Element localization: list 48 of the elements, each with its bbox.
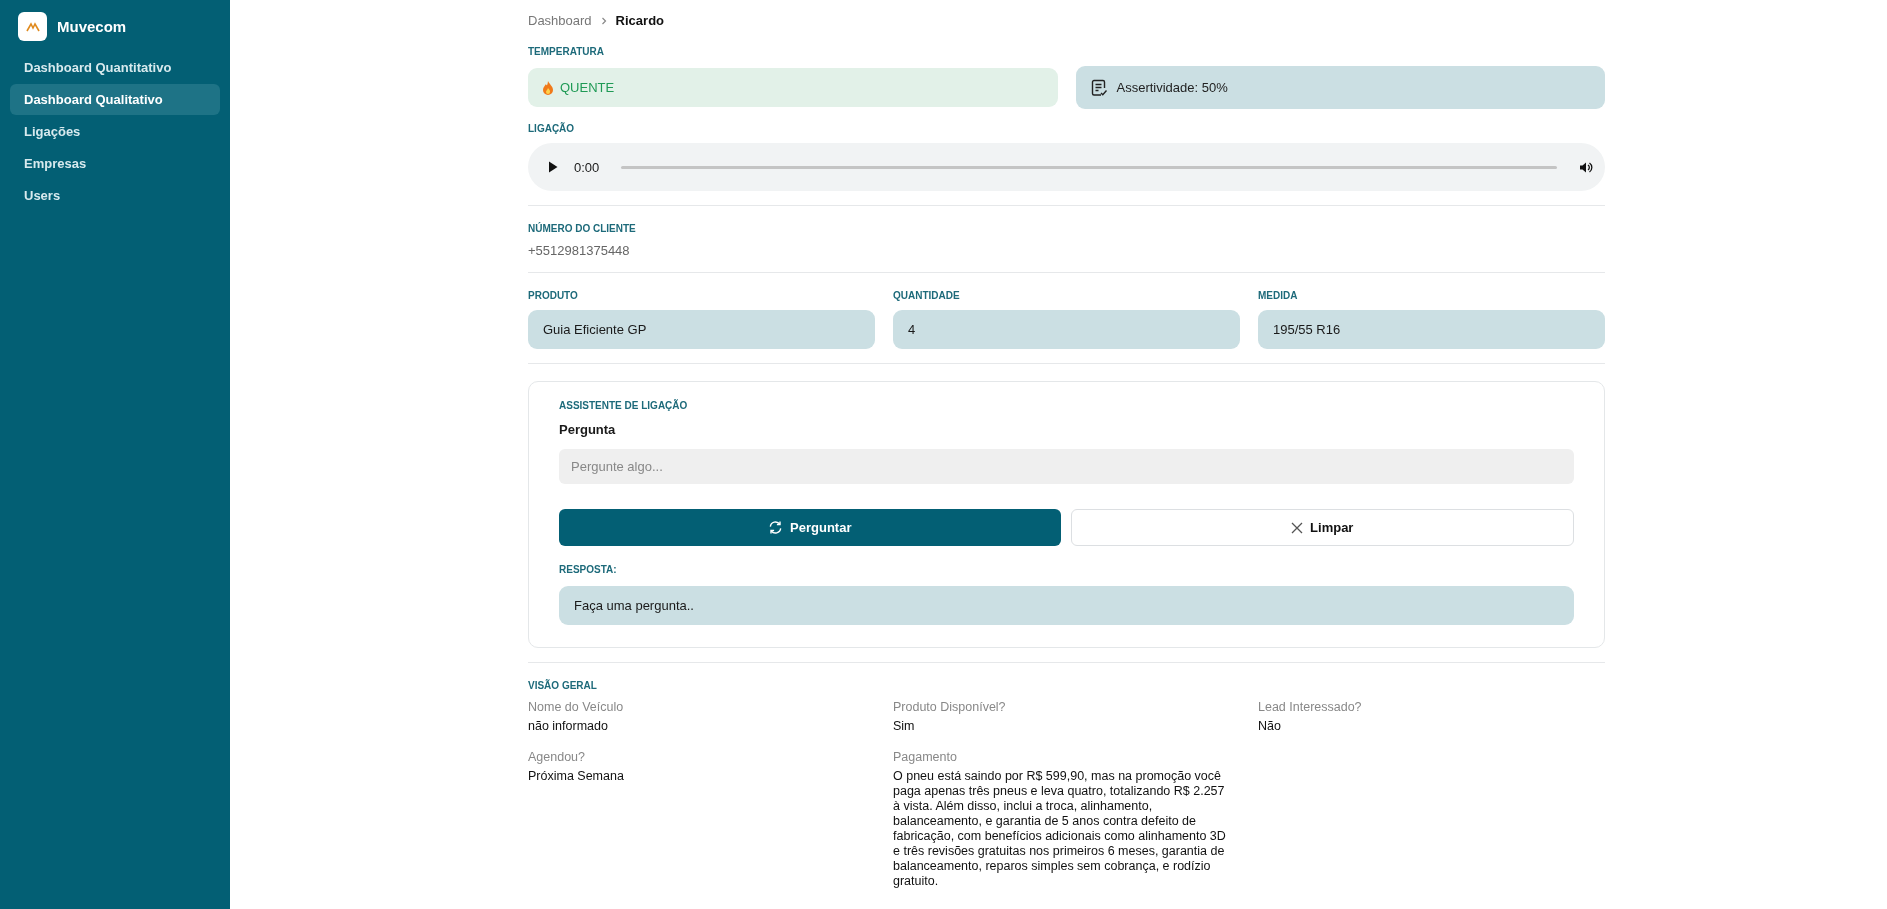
overview-label: Nome do Veículo <box>528 700 625 714</box>
overview-label: Lead Interessado? <box>1258 700 1363 714</box>
overview-value: O pneu está saindo por R$ 599,90, mas na promoção você paga apenas três pneus e leva quatro, totalizando R$ 2.257 à vista. Além disso, inclui a troca, alinhamento, balanceamento, e garantia de 5 anos contra defeito de fabricação, com benefícios adicionais como alinhamento 3D e três revisões gratuitas nos primeiros 6 meses, garantia de balanceamento, reparos simples sem cobrança, e rodízio gratuito. <box>893 769 1227 889</box>
section-label: VISÃO GERAL <box>528 680 598 691</box>
overview-value: Não <box>1258 719 1282 734</box>
overview-value: Próxima Semana <box>528 769 625 784</box>
field-label: MEDIDA <box>1258 290 1299 301</box>
ask-button[interactable]: Perguntar <box>559 509 1061 546</box>
section-label: NÚMERO DO CLIENTE <box>528 223 637 234</box>
nav-item[interactable]: Dashboard Qualitativo <box>10 84 220 115</box>
temperature-value: QUENTE <box>560 80 615 95</box>
progress-track[interactable] <box>621 165 1557 169</box>
nav-item[interactable]: Dashboard Quantitativo <box>10 52 220 83</box>
chevron-icon <box>599 16 608 25</box>
brand-name: Muvecom <box>57 18 127 35</box>
breadcrumb-item[interactable]: Dashboard <box>528 13 592 28</box>
overview-value: Sim <box>893 719 916 734</box>
nav-item[interactable]: Empresas <box>10 148 220 179</box>
close-icon <box>1291 521 1304 534</box>
question-field[interactable]: Pergunte algo... <box>559 449 1574 484</box>
mountain-icon <box>25 21 40 32</box>
time-display: 0:00 <box>574 159 600 175</box>
card-title: ASSISTENTE DE LIGAÇÃO <box>559 400 689 411</box>
breadcrumb-item: Ricardo <box>615 13 664 28</box>
field-label: QUANTIDADE <box>893 290 961 301</box>
nav-item[interactable]: Ligações <box>10 116 220 147</box>
volume-icon[interactable] <box>1579 160 1593 174</box>
overview-value: não informado <box>528 719 609 734</box>
refresh-icon <box>768 520 784 535</box>
nav-item[interactable]: Users <box>10 180 220 211</box>
accuracy-text: Assertividade: 50% <box>1116 80 1228 95</box>
answer-label: RESPOSTA: <box>559 564 618 575</box>
overview-label: Pagamento <box>893 750 958 764</box>
field-label: PRODUTO <box>528 290 579 301</box>
section-label: TEMPERATURA <box>528 46 605 57</box>
field-value: 195/55 R16 <box>1258 310 1605 349</box>
answer-box: Faça uma pergunta.. <box>559 586 1574 625</box>
phone-number: +5512981375448 <box>528 243 631 258</box>
overview-label: Agendou? <box>528 750 586 764</box>
flame-icon <box>542 80 554 95</box>
document-check-icon <box>1089 78 1108 97</box>
field-value: Guia Eficiente GP <box>528 310 875 349</box>
play-button[interactable] <box>548 161 558 173</box>
field-value: 4 <box>893 310 1240 349</box>
overview-label: Produto Disponível? <box>893 700 1007 714</box>
section-label: LIGAÇÃO <box>528 123 576 134</box>
question-label: Pergunta <box>559 422 617 437</box>
clear-button[interactable]: Limpar <box>1070 509 1574 546</box>
